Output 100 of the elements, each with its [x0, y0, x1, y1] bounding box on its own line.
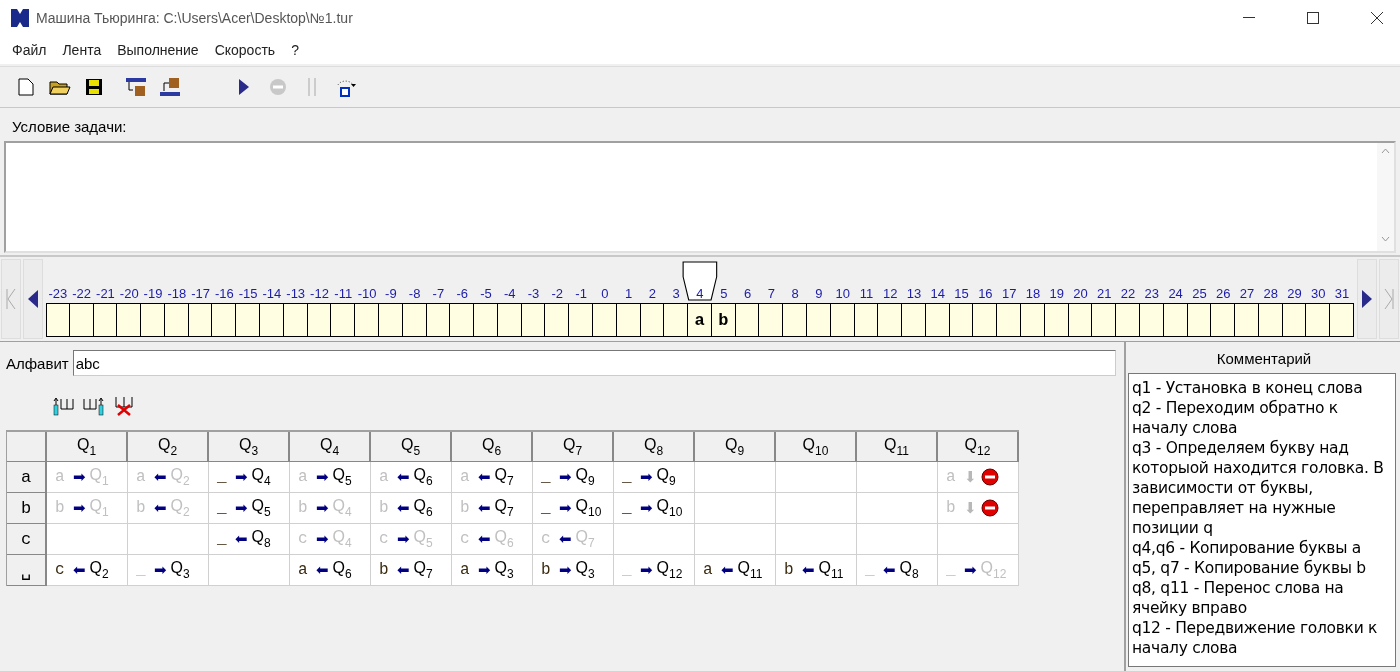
tape-cell[interactable] [164, 303, 189, 337]
tape-cell[interactable] [1282, 303, 1307, 337]
rule-cell[interactable]: b ⬅ Q$_{7}$ [452, 493, 533, 524]
empty-cell[interactable] [776, 493, 857, 524]
rule-cell[interactable]: a ⬅ Q$_{7}$ [452, 462, 533, 493]
menu-item[interactable]: ? [283, 42, 307, 58]
empty-cell[interactable] [695, 462, 776, 493]
rule-cell[interactable]: c ⬅ Q$_{6}$ [452, 524, 533, 555]
tape-cell[interactable] [1187, 303, 1212, 337]
rule-cell[interactable]: _ ➡ Q$_{10}$ [533, 493, 614, 524]
tape-cell[interactable] [1306, 303, 1331, 337]
tape-cell[interactable] [925, 303, 950, 337]
delete-column-button[interactable] [112, 394, 136, 418]
rule-cell[interactable]: a ⬅ Q$_{2}$ [128, 462, 209, 493]
tape-cell[interactable] [1139, 303, 1164, 337]
rule-cell[interactable]: a ➡ Q$_{3}$ [452, 555, 533, 586]
tape-cell[interactable] [1116, 303, 1140, 337]
tape-cell[interactable] [735, 303, 760, 337]
tape-cell[interactable]: a [688, 303, 712, 337]
tape-cell[interactable] [188, 303, 213, 337]
tape-left-button[interactable] [23, 259, 43, 339]
rule-cell[interactable]: _ ⬅ Q$_{8}$ [857, 555, 938, 586]
rule-cell[interactable]: _ ➡ Q$_{3}$ [128, 555, 209, 586]
tape-cell[interactable] [212, 303, 237, 337]
rule-cell[interactable]: b ⬅ Q$_{2}$ [128, 493, 209, 524]
tape-cell[interactable] [402, 303, 427, 337]
rule-cell[interactable]: b ⬅ Q$_{6}$ [371, 493, 452, 524]
box-to-tape-button[interactable] [158, 75, 182, 99]
tape-cell[interactable] [902, 303, 926, 337]
tape-cell[interactable] [616, 303, 641, 337]
tape-cell[interactable] [830, 303, 855, 337]
menu-item[interactable]: Выполнение [109, 42, 207, 58]
tape-cell[interactable] [236, 303, 261, 337]
rule-cell[interactable]: _ ➡ Q$_{12}$ [938, 555, 1019, 586]
rule-cell[interactable]: b ➡ Q$_{4}$ [290, 493, 371, 524]
rule-cell[interactable]: c ➡ Q$_{5}$ [371, 524, 452, 555]
tape-cell[interactable] [46, 303, 70, 337]
tape-cell[interactable] [331, 303, 356, 337]
empty-cell[interactable] [938, 524, 1019, 555]
tape-cell[interactable] [569, 303, 593, 337]
rule-cell[interactable]: _ ⬅ Q$_{8}$ [209, 524, 290, 555]
tape-cell[interactable] [1163, 303, 1188, 337]
tape-cell[interactable] [426, 303, 451, 337]
empty-cell[interactable] [209, 555, 290, 586]
tape-cell[interactable] [355, 303, 379, 337]
comment-text-area[interactable] [1128, 373, 1396, 667]
tape-cell[interactable] [1044, 303, 1069, 337]
tape-cell[interactable] [592, 303, 617, 337]
rule-cell[interactable]: c ⬅ Q$_{2}$ [47, 555, 128, 586]
empty-cell[interactable] [695, 524, 776, 555]
tape-cell[interactable] [1068, 303, 1093, 337]
tape-cell[interactable]: b [711, 303, 736, 337]
rule-cell[interactable]: a ➡ Q$_{5}$ [290, 462, 371, 493]
tape-cell[interactable] [664, 303, 689, 337]
rule-cell[interactable]: _ ➡ Q$_{4}$ [209, 462, 290, 493]
empty-cell[interactable] [857, 462, 938, 493]
rule-cell[interactable]: _ ➡ Q$_{9}$ [533, 462, 614, 493]
tape-cell[interactable] [141, 303, 165, 337]
rule-cell[interactable]: b ⬅ Q$_{7}$ [371, 555, 452, 586]
tape-cell[interactable] [973, 303, 998, 337]
tape-cell[interactable] [283, 303, 308, 337]
tape-cell[interactable] [497, 303, 522, 337]
menu-item[interactable]: Лента [54, 42, 110, 58]
alphabet-field[interactable]: abc [72, 350, 1116, 376]
rule-cell[interactable]: a ⬅ Q$_{6}$ [290, 555, 371, 586]
empty-cell[interactable] [776, 524, 857, 555]
empty-cell[interactable] [857, 524, 938, 555]
tape-cell[interactable] [759, 303, 784, 337]
menu-item[interactable]: Файл [4, 42, 55, 58]
tape-cell[interactable] [117, 303, 142, 337]
tape-cell[interactable] [854, 303, 879, 337]
empty-cell[interactable] [614, 524, 695, 555]
menu-item[interactable]: Скорость [206, 42, 284, 58]
tape-cell[interactable] [521, 303, 546, 337]
empty-cell[interactable] [857, 493, 938, 524]
tape-cell[interactable] [1211, 303, 1236, 337]
rule-cell[interactable]: _ ➡ Q$_{9}$ [614, 462, 695, 493]
rule-cell[interactable]: b ⬅ Q$_{11}$ [776, 555, 857, 586]
rule-cell[interactable]: b ➡ Q$_{1}$ [47, 493, 128, 524]
tape-cell[interactable] [450, 303, 475, 337]
tape-cell[interactable] [378, 303, 403, 337]
tape-cell[interactable] [878, 303, 903, 337]
tape-cell[interactable] [69, 303, 94, 337]
empty-cell[interactable] [776, 462, 857, 493]
tape-cell[interactable] [260, 303, 284, 337]
rule-cell[interactable]: b ➡ Q$_{3}$ [533, 555, 614, 586]
rule-cell[interactable]: a ⬅ Q$_{6}$ [371, 462, 452, 493]
tape-cell[interactable] [545, 303, 570, 337]
tape-cell[interactable] [1258, 303, 1283, 337]
tape-start-button[interactable] [1, 259, 21, 339]
rule-cell[interactable]: _ ➡ Q$_{5}$ [209, 493, 290, 524]
rule-cell[interactable]: a ➡ Q$_{1}$ [47, 462, 128, 493]
tape-cell[interactable] [949, 303, 974, 337]
tape-cell[interactable] [1330, 303, 1354, 337]
rule-cell[interactable]: a ⬅ Q$_{11}$ [695, 555, 776, 586]
tape-cell[interactable] [807, 303, 831, 337]
tape-cell[interactable] [1021, 303, 1045, 337]
tape-to-box-button[interactable] [124, 75, 148, 99]
tape-right-button[interactable] [1357, 259, 1377, 339]
tape-cell[interactable] [474, 303, 498, 337]
